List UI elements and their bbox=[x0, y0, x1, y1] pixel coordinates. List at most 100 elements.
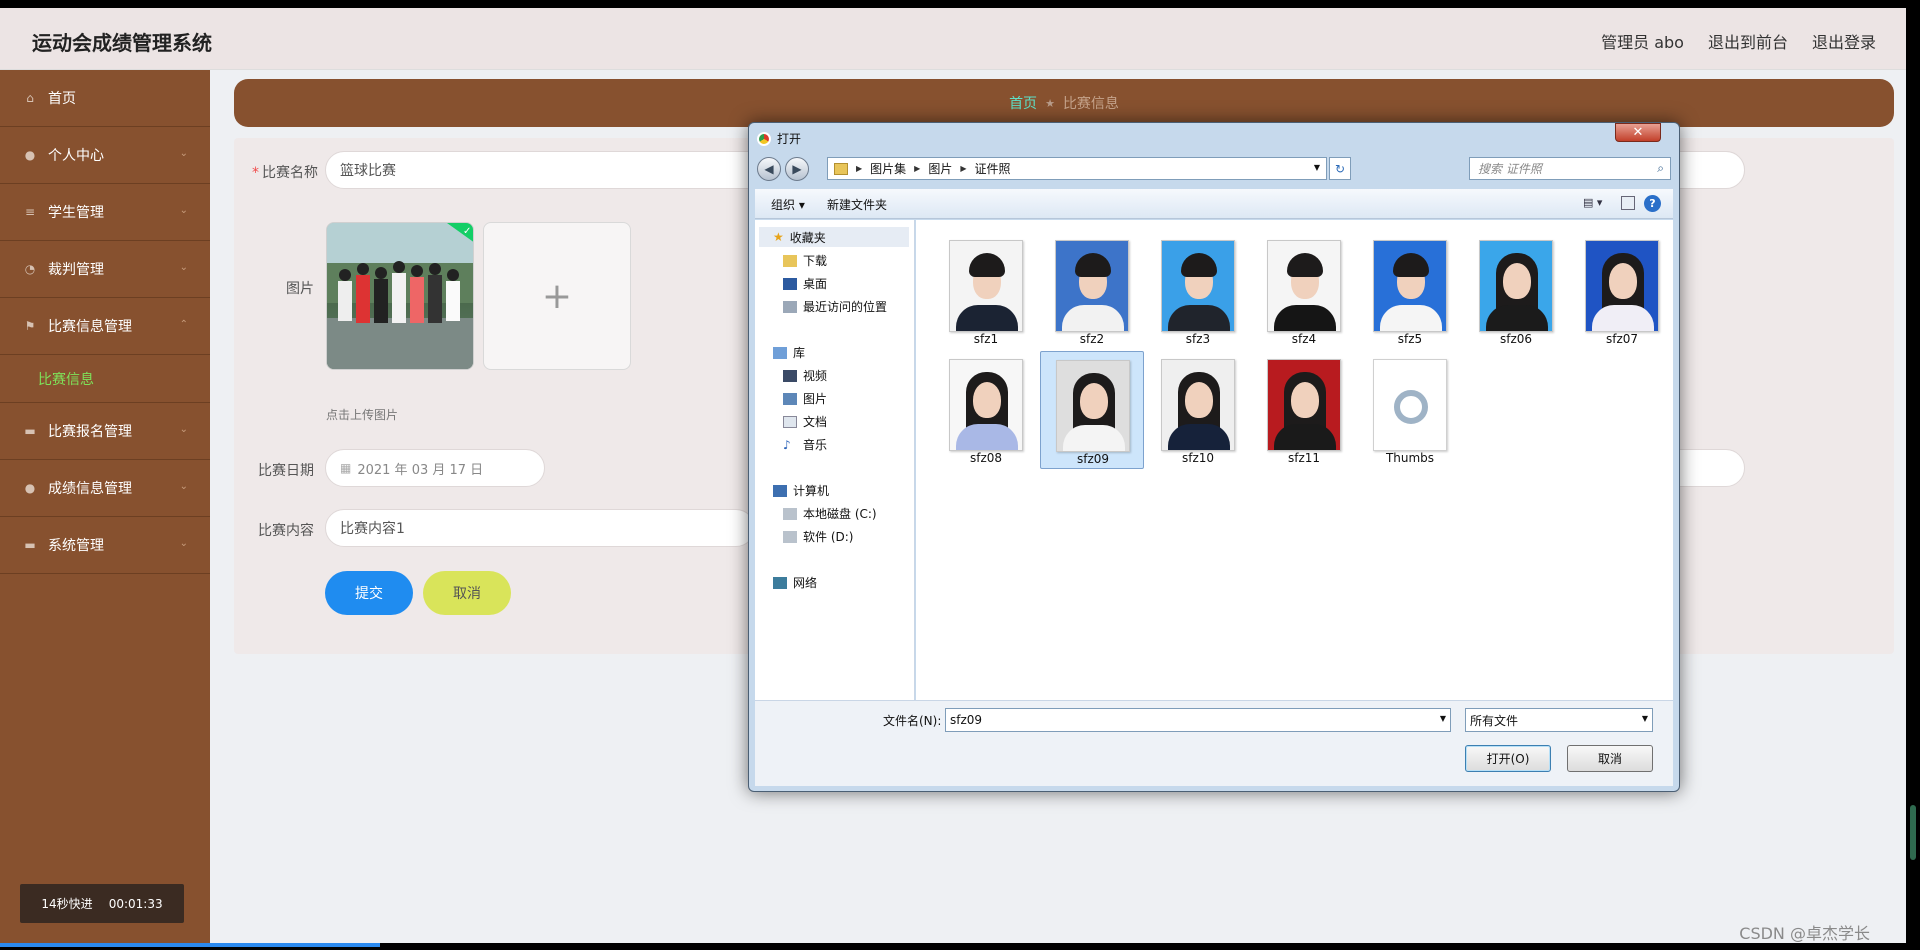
video-progress-bar[interactable] bbox=[0, 943, 380, 947]
file-item[interactable]: sfz5 bbox=[1358, 232, 1462, 350]
file-item[interactable]: sfz10 bbox=[1146, 351, 1250, 469]
uploaded-photo[interactable]: ✓ bbox=[326, 222, 474, 370]
photo-thumbnail bbox=[1056, 360, 1130, 452]
dialog-toolbar: 组织 ▾ 新建文件夹 ▤ ▾ ? bbox=[755, 189, 1673, 219]
date-label: 比赛日期 bbox=[258, 463, 314, 479]
file-item[interactable]: sfz3 bbox=[1146, 232, 1250, 350]
nav-documents[interactable]: 文档 bbox=[783, 413, 827, 430]
navigation-pane: ★ 收藏夹 下载 桌面 最近访问的位置 库 视频 图片 文档 ♪ 音乐 计算机 … bbox=[755, 220, 915, 700]
preview-pane-button[interactable] bbox=[1621, 196, 1635, 210]
monitor-icon: ▬ bbox=[24, 424, 36, 438]
sidebar-item-referees[interactable]: ◔ 裁判管理 ⌄ bbox=[0, 241, 210, 298]
chevron-down-icon[interactable]: ▼ bbox=[1440, 714, 1446, 723]
help-icon[interactable]: ? bbox=[1644, 195, 1661, 212]
pictures-icon bbox=[783, 392, 797, 405]
nav-label: 视频 bbox=[803, 369, 828, 383]
file-item[interactable]: sfz1 bbox=[934, 232, 1038, 350]
close-button[interactable]: ✕ bbox=[1615, 123, 1661, 142]
cancel-button[interactable]: 取消 bbox=[423, 571, 511, 615]
sidebar-item-registration[interactable]: ▬ 比赛报名管理 ⌄ bbox=[0, 403, 210, 460]
upload-hint: 点击上传图片 bbox=[326, 408, 399, 422]
search-input[interactable]: 搜索 证件照 ⌕ bbox=[1469, 157, 1671, 180]
calendar-icon: ▦ bbox=[340, 461, 352, 475]
nav-pictures[interactable]: 图片 bbox=[783, 390, 827, 407]
file-type-select[interactable]: 所有文件 ▼ bbox=[1465, 708, 1653, 732]
logout-link[interactable]: 退出登录 bbox=[1812, 29, 1876, 53]
submit-button[interactable]: 提交 bbox=[325, 571, 413, 615]
nav-desktop[interactable]: 桌面 bbox=[783, 275, 827, 292]
drive-icon bbox=[783, 530, 797, 543]
filename-label: 文件名(N): bbox=[883, 714, 942, 728]
file-name: sfz08 bbox=[969, 451, 1003, 465]
network-icon bbox=[773, 576, 787, 589]
refresh-button[interactable]: ↻ bbox=[1329, 157, 1351, 180]
file-item[interactable]: Thumbs bbox=[1358, 351, 1462, 469]
add-image-button[interactable]: + bbox=[483, 222, 631, 370]
breadcrumb-segment[interactable]: 图片集 bbox=[870, 160, 906, 177]
chevron-down-icon: ▼ bbox=[1641, 714, 1648, 723]
nav-favorites[interactable]: ★ 收藏夹 bbox=[759, 227, 909, 247]
sidebar-item-personal-center[interactable]: ● 个人中心 ⌄ bbox=[0, 127, 210, 184]
breadcrumb-segment[interactable]: 图片 bbox=[928, 160, 952, 177]
sidebar-item-label: 学生管理 bbox=[48, 205, 104, 221]
photo-thumbnail bbox=[1161, 359, 1235, 451]
nav-drive-d[interactable]: 软件 (D:) bbox=[783, 528, 853, 545]
breadcrumb-segment[interactable]: 证件照 bbox=[975, 160, 1011, 177]
nav-libraries[interactable]: 库 bbox=[773, 344, 805, 361]
view-options-button[interactable]: ▤ ▾ bbox=[1583, 196, 1613, 212]
file-item[interactable]: sfz2 bbox=[1040, 232, 1144, 350]
admin-user-label: 管理员 abo bbox=[1601, 33, 1684, 52]
filename-input[interactable]: sfz09 ▼ bbox=[945, 708, 1451, 732]
chevron-down-icon[interactable]: ▼ bbox=[1314, 163, 1320, 172]
photo-thumbnail bbox=[1161, 240, 1235, 332]
breadcrumb-current: 比赛信息 bbox=[1062, 96, 1119, 112]
file-type-value: 所有文件 bbox=[1470, 713, 1519, 728]
open-button[interactable]: 打开(O) bbox=[1465, 745, 1551, 772]
file-name: sfz06 bbox=[1499, 332, 1533, 346]
file-item[interactable]: sfz4 bbox=[1252, 232, 1356, 350]
sidebar-item-scores[interactable]: ● 成绩信息管理 ⌄ bbox=[0, 460, 210, 517]
sidebar-item-label: 成绩信息管理 bbox=[48, 481, 132, 497]
nav-music[interactable]: ♪ 音乐 bbox=[783, 436, 827, 453]
breadcrumb-home[interactable]: 首页 bbox=[1009, 93, 1037, 113]
back-button[interactable]: ◀ bbox=[757, 157, 781, 181]
file-item[interactable]: sfz08 bbox=[934, 351, 1038, 469]
file-name: Thumbs bbox=[1385, 451, 1435, 465]
dialog-footer: 文件名(N): sfz09 ▼ 所有文件 ▼ 打开(O) 取消 bbox=[755, 700, 1673, 786]
music-icon: ♪ bbox=[783, 437, 791, 452]
exit-to-front-link[interactable]: 退出到前台 bbox=[1708, 29, 1788, 53]
page-scrollbar-thumb[interactable] bbox=[1910, 805, 1916, 860]
filename-value: sfz09 bbox=[950, 713, 983, 727]
sidebar-item-competition-info[interactable]: ⚑ 比赛信息管理 ⌃ bbox=[0, 298, 210, 355]
file-item[interactable]: sfz09 bbox=[1040, 351, 1144, 469]
nav-recent[interactable]: 最近访问的位置 bbox=[783, 298, 887, 315]
documents-icon bbox=[783, 415, 797, 428]
nav-network[interactable]: 网络 bbox=[773, 574, 817, 591]
sidebar-item-home[interactable]: ⌂ 首页 bbox=[0, 70, 210, 127]
date-picker-input[interactable]: ▦ 2021 年 03 月 17 日 bbox=[325, 449, 545, 487]
new-folder-button[interactable]: 新建文件夹 bbox=[827, 196, 887, 213]
organize-menu[interactable]: 组织 ▾ bbox=[771, 196, 805, 213]
nav-label: 库 bbox=[793, 346, 806, 360]
nav-computer[interactable]: 计算机 bbox=[773, 482, 829, 499]
file-item[interactable]: sfz06 bbox=[1464, 232, 1568, 350]
nav-downloads[interactable]: 下载 bbox=[783, 252, 827, 269]
photo-thumbnail bbox=[1479, 240, 1553, 332]
nav-videos[interactable]: 视频 bbox=[783, 367, 827, 384]
forward-button[interactable]: ▶ bbox=[785, 157, 809, 181]
nav-label: 收藏夹 bbox=[789, 230, 826, 245]
refresh-icon: ↻ bbox=[1334, 161, 1346, 176]
dialog-cancel-button[interactable]: 取消 bbox=[1567, 745, 1653, 772]
content-input[interactable]: 比赛内容1 bbox=[325, 509, 755, 547]
sidebar-item-students[interactable]: ≡ 学生管理 ⌄ bbox=[0, 184, 210, 241]
timer-label: 14秒快进 bbox=[41, 897, 93, 911]
address-bar[interactable]: ▶ 图片集 ▶ 图片 ▶ 证件照 ▼ bbox=[827, 157, 1327, 180]
file-item[interactable]: sfz11 bbox=[1252, 351, 1356, 469]
search-icon: ⌕ bbox=[1657, 161, 1664, 175]
plus-icon: + bbox=[541, 275, 573, 317]
sidebar-subitem-competition[interactable]: 比赛信息 bbox=[0, 355, 210, 403]
file-item[interactable]: sfz07 bbox=[1570, 232, 1674, 350]
nav-label: 本地磁盘 (C:) bbox=[803, 507, 877, 521]
nav-drive-c[interactable]: 本地磁盘 (C:) bbox=[783, 505, 877, 522]
sidebar-item-system[interactable]: ▬ 系统管理 ⌄ bbox=[0, 517, 210, 574]
